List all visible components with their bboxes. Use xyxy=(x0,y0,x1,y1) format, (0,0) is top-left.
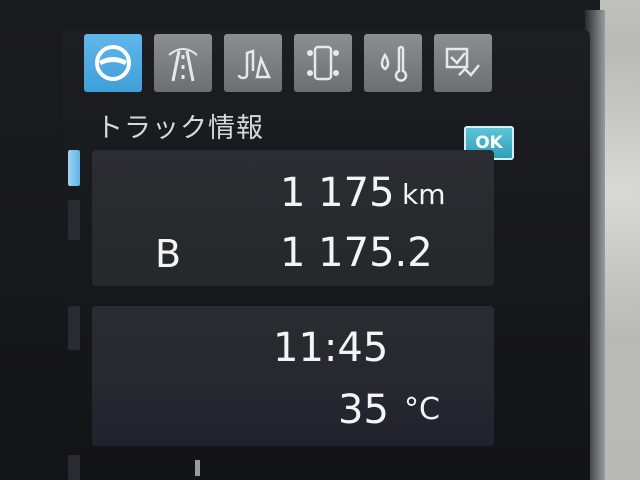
temperature-unit: °C xyxy=(404,392,440,427)
tab-truck-info[interactable] xyxy=(84,34,142,92)
tab-audio[interactable] xyxy=(224,34,282,92)
odometer-unit: km xyxy=(402,178,446,211)
scroll-track-segment xyxy=(68,306,80,350)
settings-check-icon xyxy=(445,47,480,77)
drop-thermometer-icon xyxy=(380,45,408,82)
tab-settings[interactable] xyxy=(434,34,492,92)
trip-label: B xyxy=(155,232,182,276)
truck-axles-icon xyxy=(307,45,339,81)
tab-vehicle[interactable] xyxy=(294,34,352,92)
next-item-indicator xyxy=(195,460,200,476)
scroll-thumb[interactable] xyxy=(68,150,80,186)
steering-wheel-icon xyxy=(95,45,131,81)
clock-time: 11:45 xyxy=(273,325,389,371)
scroll-track-segment xyxy=(68,455,80,480)
page-title: トラック情報 xyxy=(96,113,264,144)
tab-bar xyxy=(84,34,504,96)
trip-value: 1 175.2 xyxy=(280,230,433,276)
temperature-value: 35 xyxy=(338,387,389,433)
road-lanes-icon xyxy=(168,48,198,82)
scroll-track-segment xyxy=(68,200,80,240)
music-bell-icon xyxy=(237,49,271,80)
tab-climate[interactable] xyxy=(364,34,422,92)
odometer-value: 1 175 xyxy=(280,170,395,216)
tab-driving[interactable] xyxy=(154,34,212,92)
scrollbar[interactable] xyxy=(68,150,80,480)
